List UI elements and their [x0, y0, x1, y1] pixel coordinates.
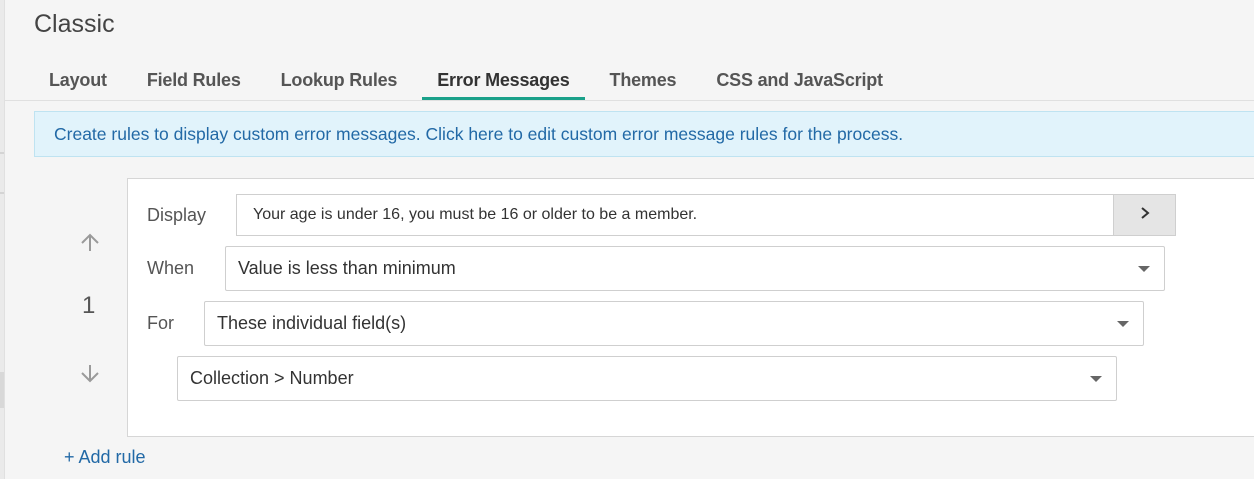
- tab-error-messages[interactable]: Error Messages: [422, 62, 585, 100]
- edge-mark: [0, 372, 4, 408]
- banner-text-before: Create rules to display custom error mes…: [54, 124, 469, 144]
- arrow-down-icon[interactable]: [78, 361, 102, 385]
- caret-down-icon: [1090, 376, 1102, 382]
- display-message-field[interactable]: Your age is under 16, you must be 16 or …: [236, 194, 1176, 236]
- edge-mark: [0, 192, 4, 194]
- banner-here-link[interactable]: here: [468, 124, 503, 144]
- left-edge-strip: [0, 0, 5, 479]
- field-select[interactable]: Collection > Number: [177, 356, 1117, 401]
- tab-bar: Layout Field Rules Lookup Rules Error Me…: [34, 62, 898, 100]
- for-scope-select[interactable]: These individual field(s): [204, 301, 1144, 346]
- chevron-right-icon: [1139, 206, 1151, 225]
- display-label: Display: [147, 205, 207, 225]
- field-select-value: Collection > Number: [190, 368, 354, 388]
- display-message-value[interactable]: Your age is under 16, you must be 16 or …: [237, 195, 1113, 235]
- rule-number: 1: [82, 292, 96, 319]
- add-rule-link[interactable]: + Add rule: [64, 447, 146, 468]
- for-scope-value: These individual field(s): [217, 313, 407, 333]
- for-label: For: [147, 313, 174, 333]
- tab-themes[interactable]: Themes: [595, 62, 692, 100]
- caret-down-icon: [1117, 321, 1129, 327]
- tab-field-rules[interactable]: Field Rules: [132, 62, 256, 100]
- tab-css-and-javascript[interactable]: CSS and JavaScript: [701, 62, 897, 100]
- when-condition-value: Value is less than minimum: [238, 258, 456, 278]
- tab-layout[interactable]: Layout: [34, 62, 122, 100]
- when-label: When: [147, 258, 195, 278]
- arrow-up-icon[interactable]: [78, 231, 102, 255]
- expand-message-button[interactable]: [1113, 195, 1175, 235]
- caret-down-icon: [1138, 266, 1150, 272]
- tab-divider: [5, 100, 1254, 101]
- when-condition-select[interactable]: Value is less than minimum: [225, 246, 1165, 291]
- edge-mark: [0, 152, 4, 154]
- page-title: Classic: [34, 10, 115, 38]
- banner-text-after: to edit custom error message rules for t…: [503, 124, 904, 144]
- tab-lookup-rules[interactable]: Lookup Rules: [266, 62, 413, 100]
- info-banner: Create rules to display custom error mes…: [34, 111, 1254, 157]
